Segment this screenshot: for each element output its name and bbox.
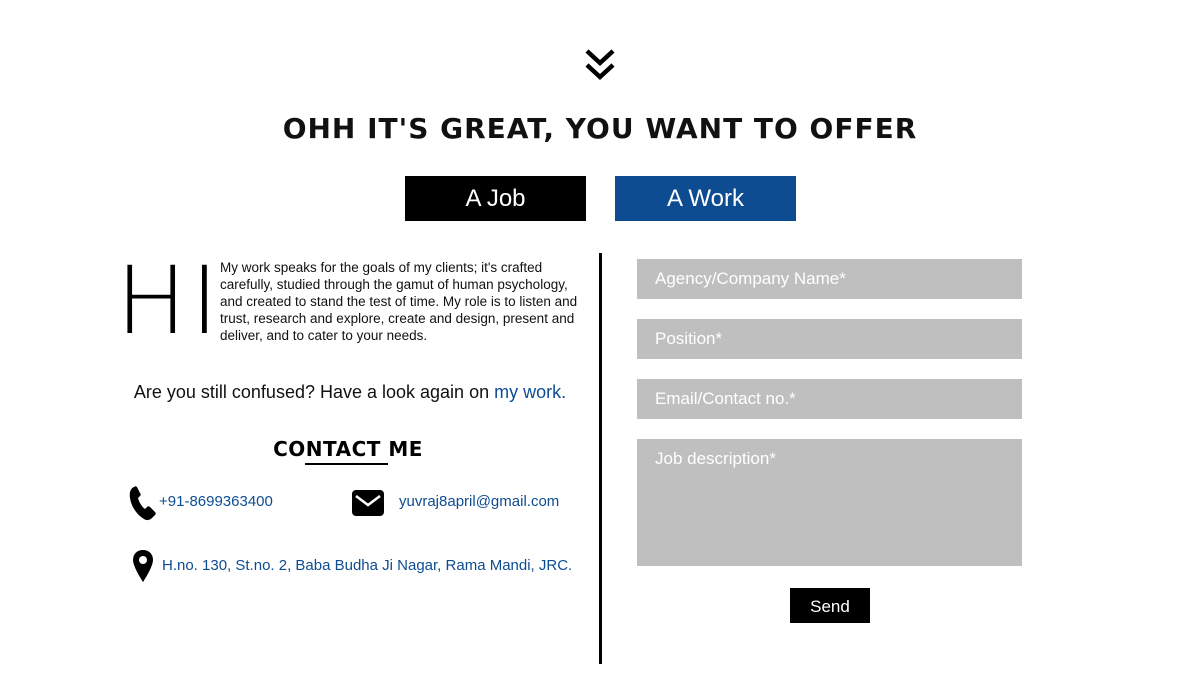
location-pin-icon	[133, 550, 153, 582]
phone-icon	[129, 486, 156, 521]
confused-text: Are you still confused? Have a look agai…	[133, 382, 495, 402]
page-headline: OHH IT'S GREAT, YOU WANT TO OFFER	[282, 112, 918, 145]
my-work-link[interactable]: my work.	[494, 382, 566, 402]
double-chevron-down-icon[interactable]	[584, 48, 616, 82]
company-name-input[interactable]	[637, 259, 1022, 299]
phone-number[interactable]: +91-8699363400	[159, 493, 273, 510]
vertical-divider	[599, 253, 602, 664]
a-job-button[interactable]: A Job	[405, 176, 586, 221]
address: H.no. 130, St.no. 2, Baba Budha Ji Nagar…	[162, 557, 573, 574]
send-button[interactable]: Send	[790, 588, 870, 623]
confused-line: Are you still confused? Have a look agai…	[100, 382, 600, 403]
a-work-button[interactable]: A Work	[615, 176, 796, 221]
intro-paragraph: My work speaks for the goals of my clien…	[220, 260, 578, 343]
hi-heading: HI	[116, 247, 223, 356]
contact-me-heading: CONTACT ME	[273, 437, 423, 461]
job-description-textarea[interactable]	[637, 439, 1022, 566]
offer-page: OHH IT'S GREAT, YOU WANT TO OFFER A Job …	[0, 0, 1200, 700]
contact-input[interactable]	[637, 379, 1022, 419]
mail-icon	[352, 490, 384, 516]
email-address[interactable]: yuvraj8april@gmail.com	[399, 493, 559, 510]
contact-underline	[305, 463, 388, 465]
position-input[interactable]	[637, 319, 1022, 359]
